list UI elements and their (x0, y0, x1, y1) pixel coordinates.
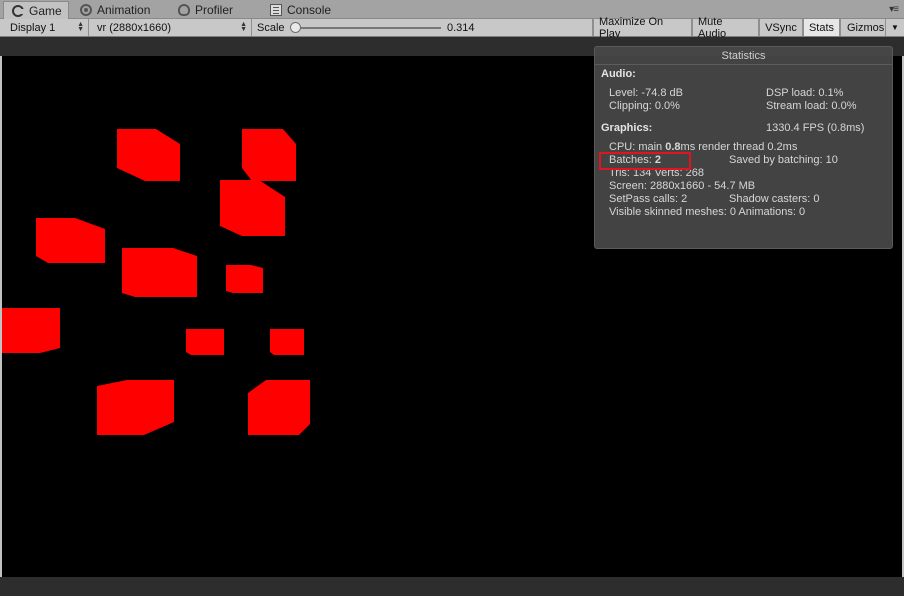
cube (122, 248, 197, 297)
tab-label-profiler: Profiler (195, 3, 234, 17)
tab-console[interactable]: Console (262, 1, 342, 19)
display-dropdown-value: Display 1 (10, 21, 56, 34)
letterbox-bottom (0, 577, 904, 596)
mute-audio-button[interactable]: Mute Audio (692, 16, 759, 40)
cube (226, 265, 263, 293)
game-view-toolbar: Display 1 ▲ ▼ vr (2880x1660) ▲ ▼ Scale 0.3… (0, 16, 904, 40)
stats-button[interactable]: Stats (803, 19, 840, 36)
gizmos-button[interactable]: Gizmos (840, 19, 886, 36)
scale-value: 0.314 (447, 19, 593, 36)
cpu-suffix: ms render thread 0.2ms (680, 141, 798, 153)
profiler-icon (178, 4, 190, 16)
audio-clipping: Clipping: 0.0% (609, 100, 680, 112)
batches-highlight-box (599, 152, 691, 170)
panel-menu-icon[interactable]: ▾≡ (889, 4, 899, 15)
game-controller-icon (12, 5, 24, 17)
vsync-button[interactable]: VSync (759, 19, 803, 36)
tab-game[interactable]: Game (3, 1, 69, 20)
console-icon (270, 4, 282, 16)
cube (220, 180, 285, 236)
cube (248, 380, 310, 435)
skinned-meshes-animations: Visible skinned meshes: 0 Animations: 0 (609, 206, 806, 218)
dsp-load: DSP load: 0.1% (766, 87, 844, 99)
cube (270, 329, 304, 355)
statistics-panel: Statistics Audio: Level: -74.8 dB DSP lo… (594, 46, 893, 249)
cube (117, 129, 180, 181)
scale-slider-track[interactable] (296, 27, 441, 29)
animation-icon (80, 4, 92, 16)
tab-label-animation: Animation (97, 3, 151, 17)
display-dropdown[interactable]: Display 1 ▲ ▼ (0, 19, 89, 36)
cube (186, 329, 224, 355)
dropdown-arrows-icon: ▲ ▼ (240, 21, 247, 33)
tab-label-console: Console (287, 3, 332, 17)
dropdown-arrows-icon: ▲ ▼ (77, 21, 84, 33)
saved-by-batching: Saved by batching: 10 (729, 154, 838, 166)
resolution-dropdown-value: vr (2880x1660) (97, 21, 171, 34)
scale-label: Scale (257, 21, 285, 34)
gizmos-dropdown-arrow-icon[interactable]: ▼ (886, 19, 904, 36)
audio-level: Level: -74.8 dB (609, 87, 683, 99)
editor-tab-bar: Game Animation Profiler Console ▾≡ (0, 0, 904, 20)
cube (36, 218, 105, 263)
setpass-calls: SetPass calls: 2 (609, 193, 688, 205)
screen-info: Screen: 2880x1660 - 54.7 MB (609, 180, 756, 192)
maximize-on-play-button[interactable]: Maximize On Play (593, 16, 692, 40)
statistics-title: Statistics (595, 50, 892, 65)
stream-load: Stream load: 0.0% (766, 100, 857, 112)
fps-readout: 1330.4 FPS (0.8ms) (766, 122, 865, 134)
resolution-dropdown[interactable]: vr (2880x1660) ▲ ▼ (89, 19, 252, 36)
audio-heading: Audio: (601, 68, 636, 80)
tab-label-game: Game (29, 4, 62, 18)
cube (2, 308, 60, 353)
tab-profiler[interactable]: Profiler (170, 1, 256, 19)
cube (97, 380, 174, 435)
cube (242, 129, 296, 181)
shadow-casters: Shadow casters: 0 (729, 193, 820, 205)
scale-slider-thumb[interactable] (290, 22, 301, 33)
graphics-heading: Graphics: (601, 122, 653, 134)
tab-animation[interactable]: Animation (72, 1, 164, 19)
